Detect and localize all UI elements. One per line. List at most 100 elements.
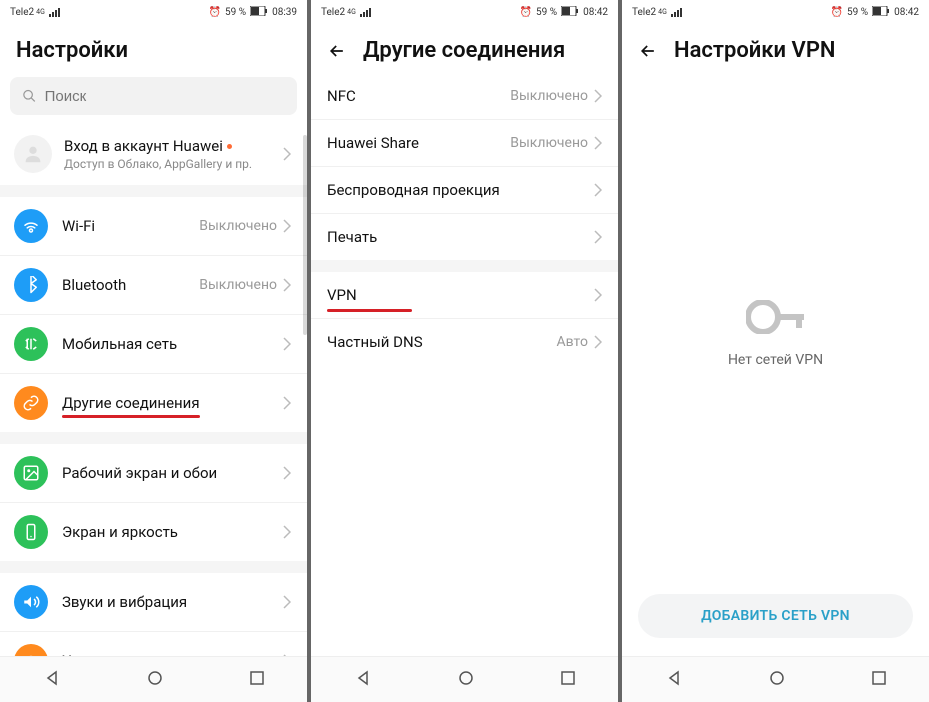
chevron-right-icon xyxy=(594,288,602,302)
settings-row[interactable]: BluetoothВыключено xyxy=(0,256,307,315)
search-bar[interactable] xyxy=(10,77,297,115)
nav-recent-button[interactable] xyxy=(561,670,575,689)
row-value: Выключено xyxy=(510,135,588,151)
nav-home-button[interactable] xyxy=(147,670,163,690)
cellular-icon xyxy=(14,327,48,361)
bluetooth-icon xyxy=(14,268,48,302)
carrier-label: Tele2 xyxy=(321,7,345,18)
otherconn-row[interactable]: VPN xyxy=(311,272,618,319)
search-input[interactable] xyxy=(45,88,285,105)
battery-icon xyxy=(250,6,268,19)
alarm-icon: ⏰ xyxy=(209,7,221,18)
settings-row[interactable]: Звуки и вибрация xyxy=(0,573,307,632)
battery-icon xyxy=(561,6,579,19)
signal-icon xyxy=(671,8,682,17)
chevron-right-icon xyxy=(594,183,602,197)
display-section: Рабочий экран и обои Экран и яркость xyxy=(0,444,307,561)
row-value: Выключено xyxy=(199,218,277,234)
chevron-right-icon xyxy=(594,136,602,150)
nav-back-button[interactable] xyxy=(44,670,60,690)
phone-icon xyxy=(14,515,48,549)
time-label: 08:39 xyxy=(272,7,297,18)
nav-bar xyxy=(622,656,929,702)
chevron-right-icon xyxy=(283,525,291,539)
sound-icon xyxy=(14,585,48,619)
nav-home-button[interactable] xyxy=(458,670,474,690)
empty-state: Нет сетей VPN xyxy=(622,73,929,594)
screen-vpn-settings: Tele2 4G ⏰ 59 % 08:42 Настройки VPN xyxy=(622,0,929,702)
otherconn-row[interactable]: Huawei Share Выключено xyxy=(311,120,618,167)
row-label: VPN xyxy=(327,286,357,304)
row-label: NFC xyxy=(327,87,356,105)
conn-group-1: NFC Выключено Huawei Share Выключено Беспров… xyxy=(311,73,618,260)
row-label: Уведомления xyxy=(62,652,283,656)
settings-row[interactable]: Рабочий экран и обои xyxy=(0,444,307,503)
search-icon xyxy=(22,88,37,104)
nav-recent-button[interactable] xyxy=(872,670,886,689)
settings-row[interactable]: Wi-FiВыключено xyxy=(0,197,307,256)
add-vpn-button[interactable]: ДОБАВИТЬ СЕТЬ VPN xyxy=(638,594,913,638)
chevron-right-icon xyxy=(283,396,291,410)
otherconn-row[interactable]: Беспроводная проекция xyxy=(311,167,618,214)
row-label: Мобильная сеть xyxy=(62,335,283,353)
back-button[interactable] xyxy=(327,41,347,61)
row-label: Частный DNS xyxy=(327,333,423,351)
otherconn-row[interactable]: Печать xyxy=(311,214,618,260)
chevron-right-icon xyxy=(594,89,602,103)
row-label: Bluetooth xyxy=(62,276,199,294)
row-value: Авто xyxy=(557,334,589,350)
battery-text: 59 % xyxy=(225,7,246,18)
page-title: Другие соединения xyxy=(363,38,565,63)
notification-dot-icon xyxy=(227,144,232,149)
row-label: Wi-Fi xyxy=(62,217,199,235)
row-label: Беспроводная проекция xyxy=(327,181,500,199)
header: Другие соединения xyxy=(311,24,618,73)
settings-row[interactable]: Уведомления xyxy=(0,632,307,656)
row-label: Экран и яркость xyxy=(62,523,283,541)
settings-row[interactable]: Экран и яркость xyxy=(0,503,307,561)
picture-icon xyxy=(14,456,48,490)
row-label: Печать xyxy=(327,228,377,246)
nav-back-button[interactable] xyxy=(666,670,682,690)
signal-icon xyxy=(49,8,60,17)
alarm-icon: ⏰ xyxy=(831,7,843,18)
chevron-right-icon xyxy=(283,278,291,292)
nav-recent-button[interactable] xyxy=(250,670,264,689)
chevron-right-icon xyxy=(283,147,291,161)
page-title: Настройки xyxy=(16,38,128,63)
chevron-right-icon xyxy=(283,337,291,351)
signal-icon xyxy=(360,8,371,17)
back-button[interactable] xyxy=(638,41,658,61)
alarm-icon: ⏰ xyxy=(520,7,532,18)
nav-back-button[interactable] xyxy=(355,670,371,690)
battery-text: 59 % xyxy=(847,7,868,18)
chevron-right-icon xyxy=(283,595,291,609)
nav-home-button[interactable] xyxy=(769,670,785,690)
time-label: 08:42 xyxy=(583,7,608,18)
chevron-right-icon xyxy=(594,335,602,349)
status-bar: Tele2 4G ⏰ 59 % 08:39 xyxy=(0,0,307,24)
otherconn-row[interactable]: Частный DNS Авто xyxy=(311,319,618,365)
nav-bar xyxy=(311,656,618,702)
chevron-right-icon xyxy=(283,219,291,233)
battery-icon xyxy=(872,6,890,19)
link-icon xyxy=(14,386,48,420)
scrollbar[interactable] xyxy=(303,135,307,335)
account-row[interactable]: Вход в аккаунт Huawei Доступ в Облако, A… xyxy=(0,125,307,185)
account-subtitle: Доступ в Облако, AppGallery и пр. xyxy=(64,157,283,171)
sound-section: Звуки и вибрация Уведомления xyxy=(0,573,307,656)
connectivity-section: Wi-FiВыключеноBluetoothВыключеноМобильна… xyxy=(0,197,307,432)
otherconn-row[interactable]: NFC Выключено xyxy=(311,73,618,120)
carrier-label: Tele2 xyxy=(10,7,34,18)
row-value: Выключено xyxy=(199,277,277,293)
net-label: 4G xyxy=(36,8,45,16)
chevron-right-icon xyxy=(594,230,602,244)
settings-row[interactable]: Мобильная сеть xyxy=(0,315,307,374)
row-label: Рабочий экран и обои xyxy=(62,464,283,482)
row-label: Звуки и вибрация xyxy=(62,593,283,611)
nav-bar xyxy=(0,656,307,702)
row-label: Huawei Share xyxy=(327,134,419,152)
time-label: 08:42 xyxy=(894,7,919,18)
row-value: Выключено xyxy=(510,88,588,104)
settings-row[interactable]: Другие соединения xyxy=(0,374,307,432)
